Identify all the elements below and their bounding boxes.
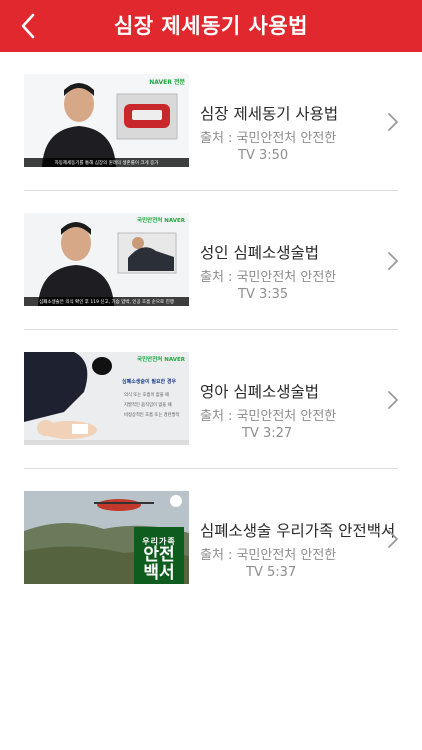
thumb-logo: NAVER 전문 — [149, 79, 185, 86]
video-info: 영아 심폐소생술법 출처 : 국민안전처 안전한 TV 3:27 — [200, 380, 390, 441]
source-label: 출처 : — [200, 270, 233, 285]
thumb-logo: 국민안전처 NAVER — [137, 357, 185, 363]
app-header: 심장 제세동기 사용법 — [0, 0, 422, 52]
thumb-caption: 심폐소생술은 의식 확인 후 119 신고, 가슴 압박, 인공 호흡 순으로 … — [39, 300, 174, 305]
video-title: 성인 심폐소생술법 — [200, 244, 320, 262]
video-thumbnail: NAVER 전문 자동제세동기를 통해 심장의 원래의 생존률이 크게 증가 — [24, 74, 189, 167]
thumb-point: 의식 또는 호흡이 없을 때 — [124, 393, 169, 398]
source-name: 국민안전처 안전한 — [236, 409, 337, 424]
thumbnail-image — [24, 352, 189, 445]
video-list: NAVER 전문 자동제세동기를 통해 심장의 원래의 생존률이 크게 증가 심… — [0, 52, 422, 608]
video-item-infant-cpr[interactable]: 국민안전처 NAVER 심폐소생술이 필요한 경우 의식 또는 호흡이 없을 때… — [0, 330, 422, 469]
video-title: 심장 제세동기 사용법 — [200, 105, 339, 123]
video-thumbnail: 우리가족 안전백서 — [24, 491, 189, 584]
video-duration: TV 3:27 — [242, 426, 293, 441]
video-title: 심폐소생술 우리가족 안전백서 — [200, 522, 396, 540]
video-source: 출처 : 국민안전처 안전한 — [200, 544, 390, 563]
video-duration: TV 3:50 — [238, 148, 289, 163]
video-info: 심장 제세동기 사용법 출처 : 국민안전처 안전한 TV 3:50 — [200, 102, 390, 163]
source-name: 국민안전처 안전한 — [236, 270, 337, 285]
chevron-right-icon — [388, 530, 398, 548]
video-thumbnail: 국민안전처 NAVER 심폐소생술은 의식 확인 후 119 신고, 가슴 압박… — [24, 213, 189, 306]
thumbnail-image — [24, 74, 189, 167]
video-source: 출처 : 국민안전처 안전한 — [200, 405, 390, 424]
source-label: 출처 : — [200, 548, 233, 563]
video-item-family-safety[interactable]: 우리가족 안전백서 심폐소생술 우리가족 안전백서 출처 : 국민안전처 안전한 … — [0, 469, 422, 608]
thumb-logo: 국민안전처 NAVER — [137, 218, 185, 224]
thumb-point: 비정상적인 호흡 또는 경련발작 — [124, 413, 180, 418]
video-item-adult-cpr[interactable]: 국민안전처 NAVER 심폐소생술은 의식 확인 후 119 신고, 가슴 압박… — [0, 191, 422, 330]
thumb-heading: 심폐소생술이 필요한 경우 — [122, 379, 177, 385]
video-thumbnail: 국민안전처 NAVER 심폐소생술이 필요한 경우 의식 또는 호흡이 없을 때… — [24, 352, 189, 445]
thumb-overlay-big: 안전백서 — [143, 545, 175, 583]
video-source: 출처 : 국민안전처 안전한 — [200, 266, 390, 285]
chevron-right-icon — [388, 252, 398, 270]
thumb-caption: 자동제세동기를 통해 심장의 원래의 생존률이 크게 증가 — [54, 161, 159, 166]
video-source: 출처 : 국민안전처 안전한 — [200, 127, 390, 146]
source-name: 국민안전처 안전한 — [236, 548, 337, 563]
video-duration: TV 5:37 — [246, 565, 297, 580]
video-title: 영아 심폐소생술법 — [200, 383, 320, 401]
video-info: 심폐소생술 우리가족 안전백서 출처 : 국민안전처 안전한 TV 5:37 — [200, 519, 396, 580]
source-label: 출처 : — [200, 131, 233, 146]
video-duration: TV 3:35 — [238, 287, 289, 302]
video-info: 성인 심폐소생술법 출처 : 국민안전처 안전한 TV 3:35 — [200, 241, 390, 302]
thumbnail-image — [24, 213, 189, 306]
page-title: 심장 제세동기 사용법 — [113, 14, 308, 38]
chevron-right-icon — [388, 391, 398, 409]
source-label: 출처 : — [200, 409, 233, 424]
video-item-aed[interactable]: NAVER 전문 자동제세동기를 통해 심장의 원래의 생존률이 크게 증가 심… — [0, 52, 422, 191]
chevron-right-icon — [388, 113, 398, 131]
thumb-point: 지발적인 움직임이 없을 때 — [124, 403, 172, 408]
source-name: 국민안전처 안전한 — [236, 131, 337, 146]
